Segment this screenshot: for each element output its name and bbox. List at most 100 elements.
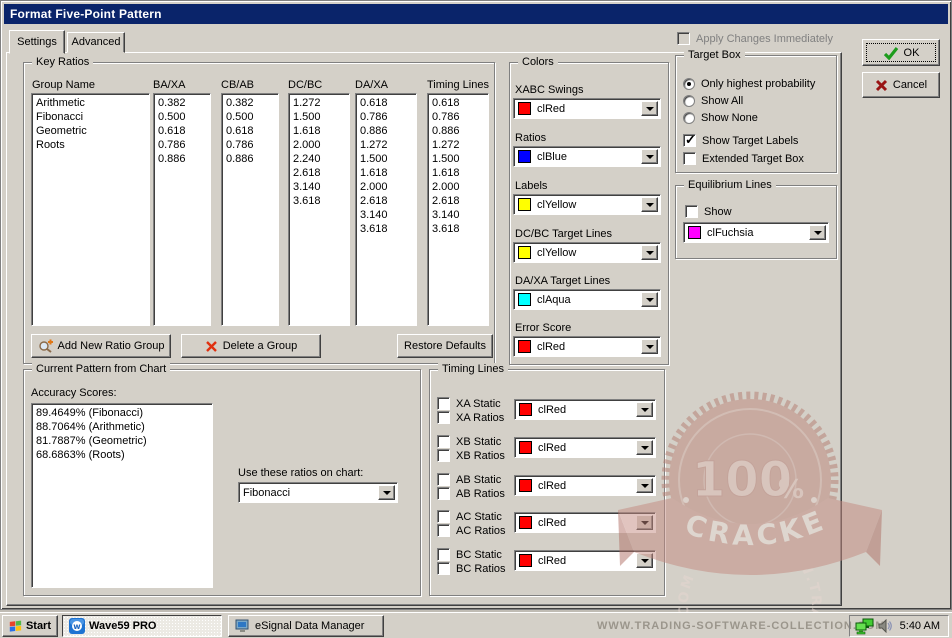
- ac-static-checkbox[interactable]: [437, 510, 450, 523]
- list-item[interactable]: 1.500: [293, 110, 348, 124]
- list-item[interactable]: 3.140: [293, 180, 348, 194]
- ba-xa-listbox[interactable]: 0.3820.5000.6180.7860.886: [153, 93, 211, 326]
- list-item[interactable]: 0.886: [158, 152, 209, 166]
- dropdown-button[interactable]: [641, 197, 658, 212]
- list-item[interactable]: 3.618: [360, 222, 415, 236]
- radio-only-highest-probability[interactable]: [683, 78, 695, 90]
- list-item[interactable]: 0.618: [226, 124, 277, 138]
- equilibrium-color-combo[interactable]: clFuchsia: [683, 222, 829, 243]
- use-ratios-combo[interactable]: Fibonacci: [238, 482, 398, 503]
- list-item[interactable]: 68.6863% (Roots): [36, 448, 211, 462]
- apply-changes-checkbox[interactable]: [677, 32, 690, 45]
- list-item[interactable]: 0.618: [158, 124, 209, 138]
- xa-static-checkbox[interactable]: [437, 397, 450, 410]
- xb-static-checkbox[interactable]: [437, 435, 450, 448]
- tab-advanced[interactable]: Advanced: [67, 32, 125, 53]
- dcbc-target-lines-combo[interactable]: clYellow: [513, 242, 661, 263]
- accuracy-scores-listbox[interactable]: 89.4649% (Fibonacci)88.7064% (Arithmetic…: [31, 403, 213, 588]
- list-item[interactable]: 3.140: [360, 208, 415, 222]
- list-item[interactable]: 0.786: [158, 138, 209, 152]
- list-item[interactable]: 3.618: [432, 222, 487, 236]
- list-item[interactable]: Geometric: [36, 124, 148, 138]
- dropdown-button[interactable]: [636, 553, 653, 568]
- labels-combo[interactable]: clYellow: [513, 194, 661, 215]
- xabc-swings-combo[interactable]: clRed: [513, 98, 661, 119]
- list-item[interactable]: 2.000: [293, 138, 348, 152]
- list-item[interactable]: Fibonacci: [36, 110, 148, 124]
- dropdown-button[interactable]: [641, 101, 658, 116]
- xb-ratios-checkbox[interactable]: [437, 449, 450, 462]
- list-item[interactable]: 1.618: [432, 166, 487, 180]
- dropdown-button[interactable]: [641, 149, 658, 164]
- list-item[interactable]: 81.7887% (Geometric): [36, 434, 211, 448]
- ratios-combo[interactable]: clBlue: [513, 146, 661, 167]
- bc-color-combo[interactable]: clRed: [514, 550, 656, 571]
- equilibrium-show-checkbox[interactable]: [685, 205, 698, 218]
- list-item[interactable]: 0.500: [226, 110, 277, 124]
- list-item[interactable]: 0.618: [360, 96, 415, 110]
- task-button-wave59[interactable]: w Wave59 PRO: [62, 615, 222, 637]
- network-tray-icon[interactable]: [855, 618, 874, 635]
- dropdown-button[interactable]: [636, 402, 653, 417]
- dropdown-button[interactable]: [378, 485, 395, 500]
- start-button[interactable]: Start: [2, 615, 58, 637]
- ab-static-checkbox[interactable]: [437, 473, 450, 486]
- list-item[interactable]: 1.618: [293, 124, 348, 138]
- list-item[interactable]: 0.786: [360, 110, 415, 124]
- list-item[interactable]: 2.000: [360, 180, 415, 194]
- ac-ratios-checkbox[interactable]: [437, 524, 450, 537]
- list-item[interactable]: 2.618: [432, 194, 487, 208]
- bc-ratios-checkbox[interactable]: [437, 562, 450, 575]
- list-item[interactable]: 2.000: [432, 180, 487, 194]
- ab-ratios-checkbox[interactable]: [437, 487, 450, 500]
- xa-color-combo[interactable]: clRed: [514, 399, 656, 420]
- list-item[interactable]: 0.786: [226, 138, 277, 152]
- list-item[interactable]: 0.382: [226, 96, 277, 110]
- list-item[interactable]: 2.618: [360, 194, 415, 208]
- da-xa-listbox[interactable]: 0.6180.7860.8861.2721.5001.6182.0002.618…: [355, 93, 417, 326]
- ok-button[interactable]: OK: [862, 39, 940, 66]
- list-item[interactable]: 0.786: [432, 110, 487, 124]
- list-item[interactable]: Roots: [36, 138, 148, 152]
- cancel-button[interactable]: Cancel: [862, 72, 940, 98]
- list-item[interactable]: 3.618: [293, 194, 348, 208]
- title-bar[interactable]: Format Five-Point Pattern: [4, 4, 948, 24]
- ac-color-combo[interactable]: clRed: [514, 512, 656, 533]
- list-item[interactable]: 1.500: [432, 152, 487, 166]
- list-item[interactable]: 0.886: [360, 124, 415, 138]
- dc-bc-listbox[interactable]: 1.2721.5001.6182.0002.2402.6183.1403.618: [288, 93, 350, 326]
- list-item[interactable]: 1.272: [360, 138, 415, 152]
- dropdown-button[interactable]: [641, 292, 658, 307]
- dropdown-button[interactable]: [636, 440, 653, 455]
- radio-show-none[interactable]: [683, 112, 695, 124]
- list-item[interactable]: 1.272: [293, 96, 348, 110]
- group-name-listbox[interactable]: ArithmeticFibonacciGeometricRoots: [31, 93, 150, 326]
- xa-ratios-checkbox[interactable]: [437, 411, 450, 424]
- dropdown-button[interactable]: [641, 245, 658, 260]
- extended-target-box-checkbox[interactable]: [683, 152, 696, 165]
- speaker-tray-icon[interactable]: [878, 619, 893, 633]
- radio-show-all[interactable]: [683, 95, 695, 107]
- dropdown-button[interactable]: [809, 225, 826, 240]
- dropdown-button[interactable]: [636, 515, 653, 530]
- timing-lines-listbox[interactable]: 0.6180.7860.8861.2721.5001.6182.0002.618…: [427, 93, 489, 326]
- list-item[interactable]: 3.140: [432, 208, 487, 222]
- list-item[interactable]: 1.500: [360, 152, 415, 166]
- bc-static-checkbox[interactable]: [437, 548, 450, 561]
- add-new-ratio-group-button[interactable]: Add New Ratio Group: [31, 334, 171, 358]
- list-item[interactable]: 2.618: [293, 166, 348, 180]
- list-item[interactable]: 89.4649% (Fibonacci): [36, 406, 211, 420]
- list-item[interactable]: 2.240: [293, 152, 348, 166]
- list-item[interactable]: 0.500: [158, 110, 209, 124]
- tab-settings[interactable]: Settings: [9, 30, 65, 54]
- list-item[interactable]: 88.7064% (Arithmetic): [36, 420, 211, 434]
- dropdown-button[interactable]: [641, 339, 658, 354]
- list-item[interactable]: 0.886: [226, 152, 277, 166]
- ab-color-combo[interactable]: clRed: [514, 475, 656, 496]
- list-item[interactable]: 1.618: [360, 166, 415, 180]
- error-score-combo[interactable]: clRed: [513, 336, 661, 357]
- list-item[interactable]: Arithmetic: [36, 96, 148, 110]
- list-item[interactable]: 0.382: [158, 96, 209, 110]
- list-item[interactable]: 0.618: [432, 96, 487, 110]
- list-item[interactable]: 0.886: [432, 124, 487, 138]
